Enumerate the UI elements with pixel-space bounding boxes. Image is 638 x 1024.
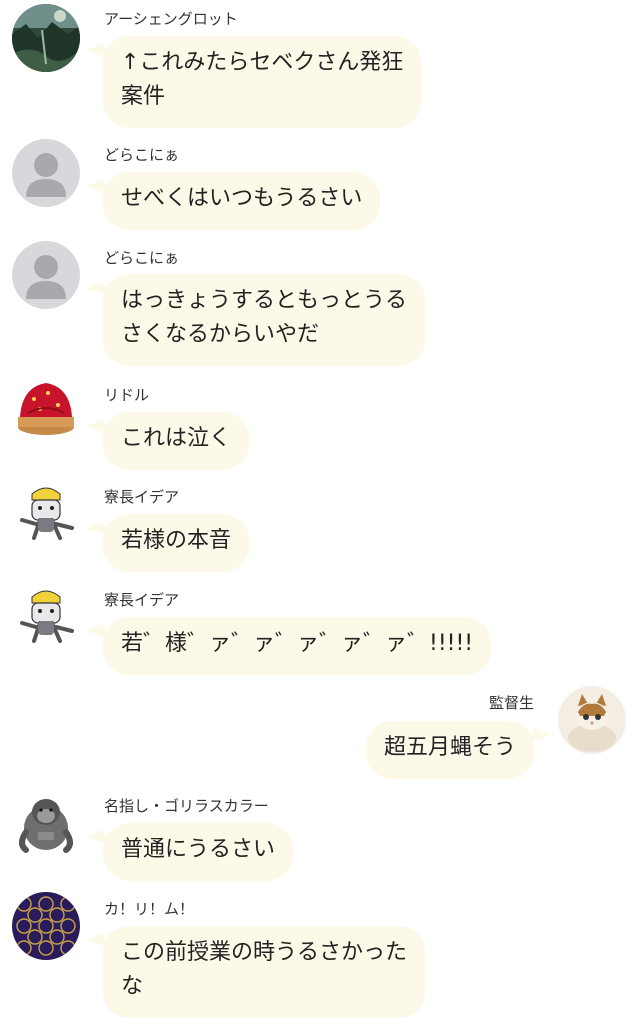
message-text-line: 若様の本音: [121, 528, 232, 553]
avatar[interactable]: [558, 686, 626, 754]
sender-name: リドル: [104, 386, 150, 404]
message-bubble[interactable]: 超五月蝿そう: [365, 721, 534, 779]
sender-name: 監督生: [488, 694, 534, 712]
message-bubble[interactable]: ↑これみたらセベクさん発狂 案件: [103, 36, 422, 128]
message-text-line: はっきょうするともっとうる: [121, 288, 408, 313]
message-text-line: ↑これみたらセベクさん発狂: [121, 50, 404, 75]
avatar[interactable]: [12, 139, 80, 207]
avatar[interactable]: [12, 4, 80, 72]
avatar[interactable]: [12, 373, 80, 441]
message-bubble[interactable]: 若様の本音: [103, 514, 250, 572]
sender-name: 寮長イデア: [104, 488, 180, 506]
message-bubble[interactable]: はっきょうするともっとうる さくなるからいやだ: [103, 274, 426, 366]
sender-name: アーシェングロット: [104, 10, 238, 28]
message-text-line: 案件: [121, 84, 166, 109]
avatar[interactable]: [12, 241, 80, 309]
message-text-line: 普通にうるさい: [121, 837, 276, 862]
message-bubble[interactable]: 普通にうるさい: [103, 823, 294, 881]
message-text-line: 若゛様゛ァ゛ァ゛ァ゛ァ゛ァ゛!!!!!: [121, 631, 474, 656]
avatar[interactable]: [12, 788, 80, 856]
message-bubble[interactable]: せべくはいつもうるさい: [103, 172, 381, 230]
message-bubble[interactable]: 若゛様゛ァ゛ァ゛ァ゛ァ゛ァ゛!!!!!: [103, 617, 492, 675]
message-text-line: この前授業の時うるさかった: [121, 940, 408, 965]
message-text-line: さくなるからいやだ: [121, 322, 320, 347]
sender-name: 名指し・ゴリラスカラー: [104, 797, 269, 815]
message-text-line: な: [121, 974, 144, 999]
message-bubble[interactable]: これは泣く: [103, 412, 250, 470]
sender-name: 寮長イデア: [104, 591, 180, 609]
avatar[interactable]: [12, 480, 80, 548]
message-text-line: せべくはいつもうるさい: [121, 186, 363, 211]
sender-name: どらこにぁ: [104, 249, 180, 267]
avatar[interactable]: [12, 892, 80, 960]
sender-name: カ！リ！ム！: [104, 900, 195, 918]
message-bubble[interactable]: この前授業の時うるさかった な: [103, 926, 426, 1018]
message-text-line: 超五月蝿そう: [383, 735, 516, 760]
sender-name: どらこにぁ: [104, 146, 180, 164]
avatar[interactable]: [12, 583, 80, 651]
message-text-line: これは泣く: [121, 426, 232, 451]
